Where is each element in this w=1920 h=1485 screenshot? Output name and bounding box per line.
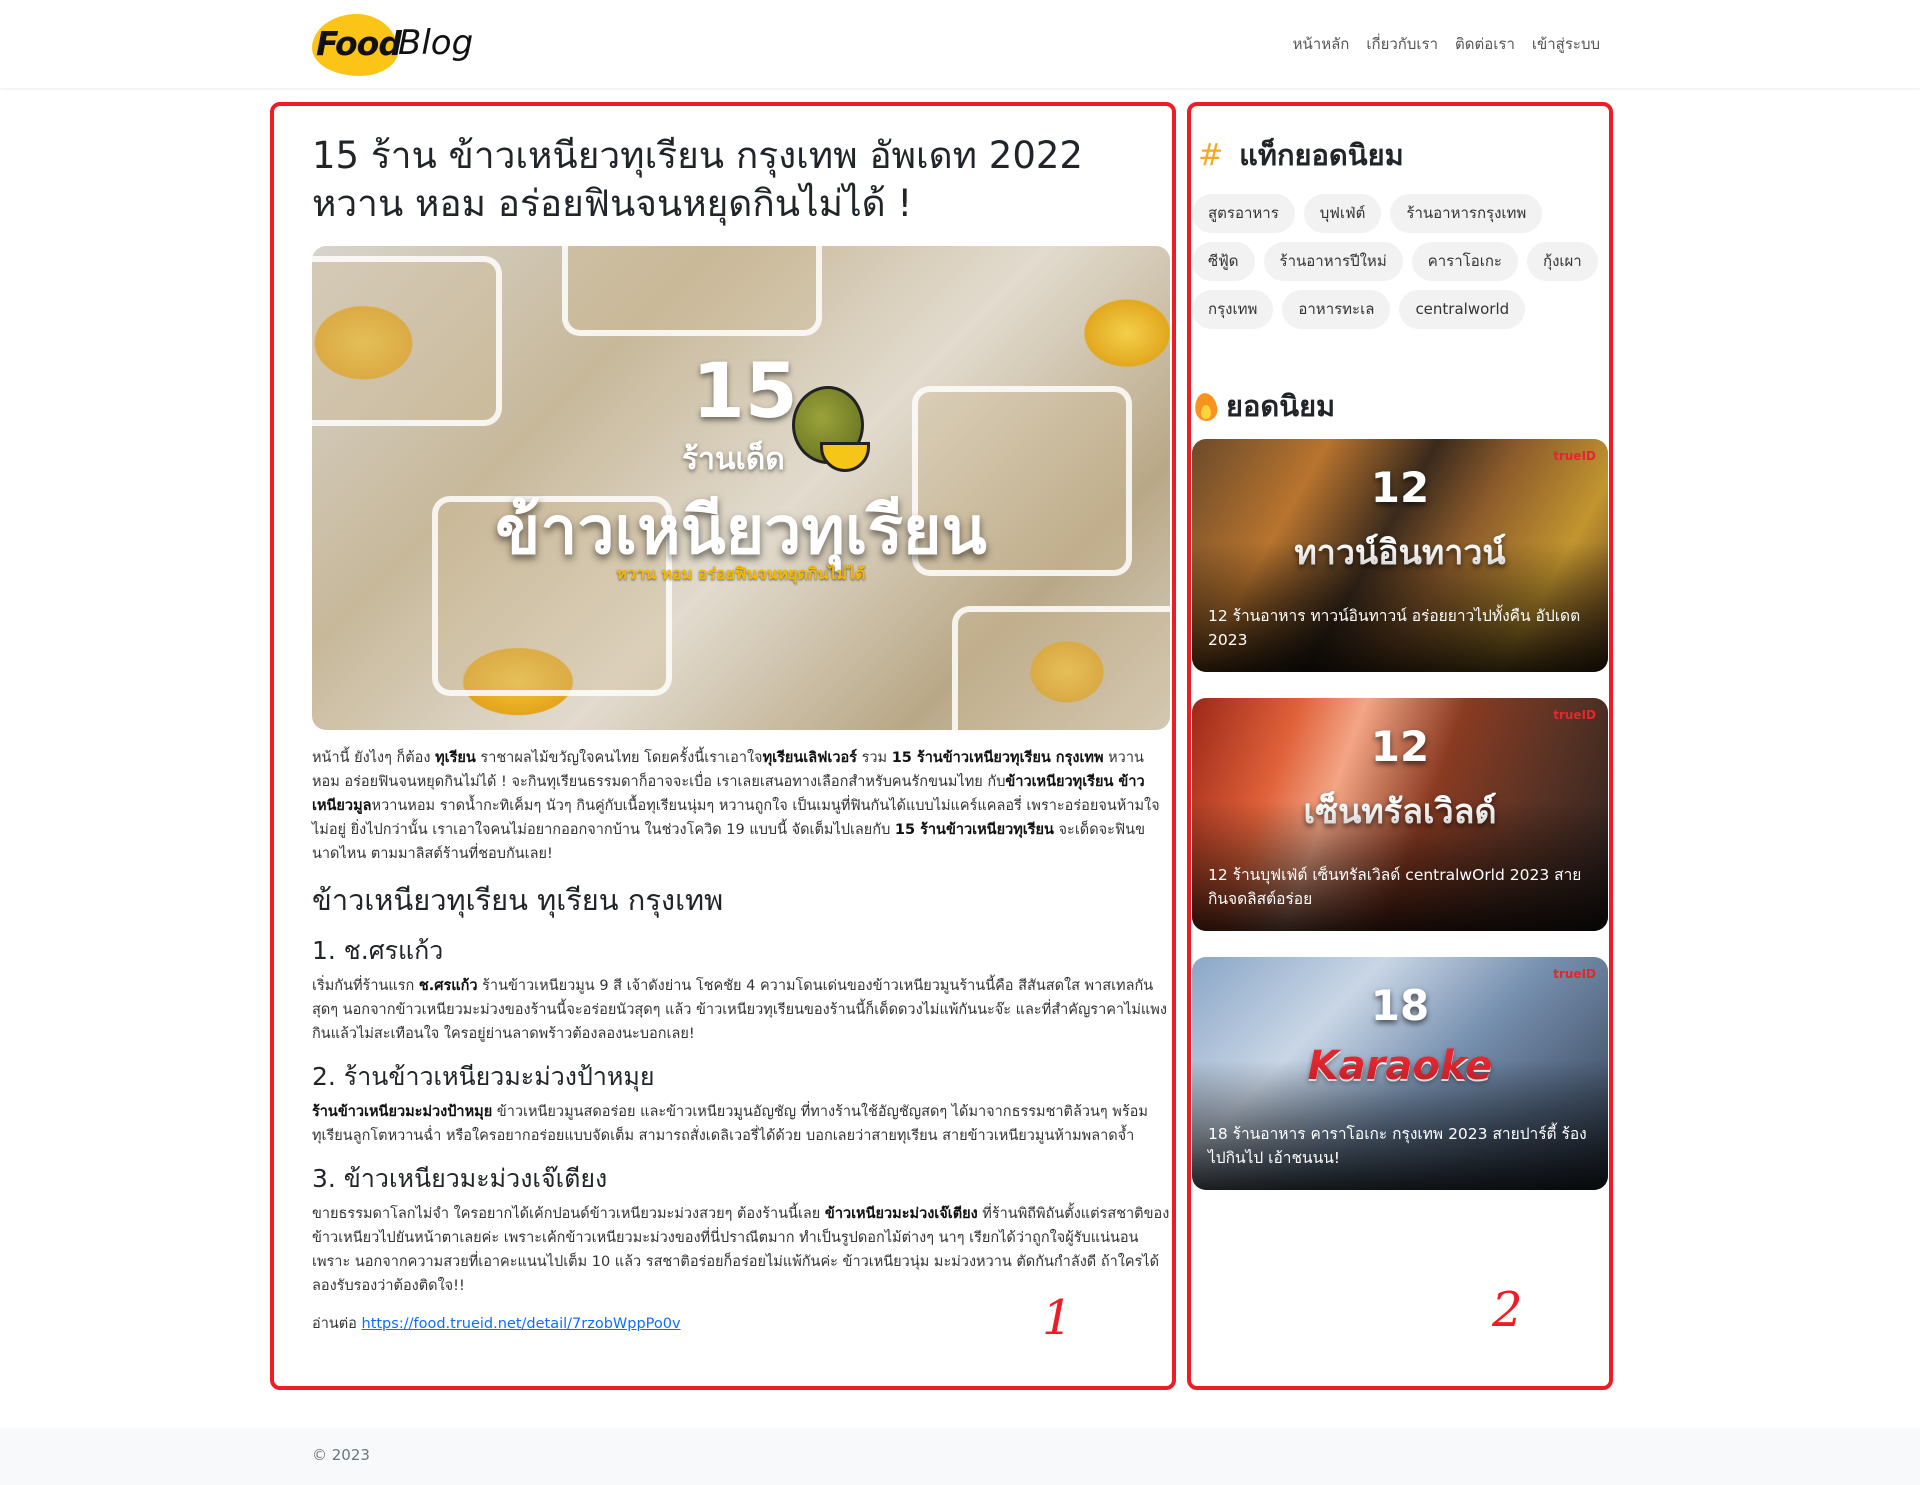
tag-pill[interactable]: ร้านอาหารกรุงเทพ <box>1390 194 1543 233</box>
article-title: 15 ร้าน ข้าวเหนียวทุเรียน กรุงเทพ อัพเดท… <box>312 134 1083 225</box>
tag-list: สูตรอาหาร บุฟเฟ่ต์ ร้านอาหารกรุงเทพ ซีฟู… <box>1192 194 1602 329</box>
article: 15 ร้าน ข้าวเหนียวทุเรียน กรุงเทพ อัพเดท… <box>312 132 1170 1335</box>
tag-pill[interactable]: คาราโอเกะ <box>1411 242 1518 281</box>
shop-paragraph-2: ร้านข้าวเหนียวมะม่วงป้าหมุย ข้าวเหนียวมู… <box>312 1104 1148 1144</box>
bold-text: ข้าวเหนียวมะม่วงเจ๊เตียง <box>824 1206 978 1222</box>
shop-paragraph-3: ขายธรรมดาโลกไม่จำ ใครอยากได้เค้กปอนด์ข้า… <box>312 1206 1170 1294</box>
read-more-label: อ่านต่อ <box>312 1316 357 1332</box>
hero-subtitle: ร้านเด็ด <box>682 442 785 477</box>
bold-text: 15 ร้านข้าวเหนียวทุเรียน <box>894 822 1054 838</box>
durian-slice-icon <box>820 442 870 472</box>
popular-card[interactable]: trueID 12 ทาวน์อินทาวน์ 12 ร้านอาหาร ทาว… <box>1192 439 1608 672</box>
nav-link-contact[interactable]: ติดต่อเรา <box>1455 32 1515 56</box>
nav-link-home[interactable]: หน้าหลัก <box>1293 32 1350 56</box>
popular-heading-text: ยอดนิยม <box>1226 389 1336 423</box>
shop-paragraph-1: เริ่มกันที่ร้านแรก ช.ศรแก้ว ร้านข้าวเหนี… <box>312 978 1167 1042</box>
hero-tray <box>312 256 502 426</box>
hero-tagline: หวาน หอม อร่อยฟินจนหยุดกินไม่ได้ <box>616 564 866 583</box>
tags-heading: # แท็กยอดนิยม <box>1192 132 1608 178</box>
flame-icon <box>1194 391 1216 421</box>
trueid-logo: trueID <box>1553 708 1596 722</box>
tags-heading-text: แท็กยอดนิยม <box>1239 138 1404 172</box>
card-title: 18 ร้านอาหาร คาราโอเกะ กรุงเทพ 2023 สายป… <box>1208 1125 1587 1167</box>
bold-text: ร้านข้าวเหนียวมะม่วงป้าหมุย <box>312 1104 493 1120</box>
shop-heading-1: 1. ช.ศรแก้ว <box>312 936 444 965</box>
tag-pill[interactable]: centralworld <box>1399 290 1526 329</box>
nav-link-about[interactable]: เกี่ยวกับเรา <box>1366 32 1438 56</box>
hero-number: 15 <box>692 346 798 435</box>
card-title: 12 ร้านอาหาร ทาวน์อินทาวน์ อร่อยยาวไปทั้… <box>1208 607 1581 649</box>
hash-icon: # <box>1198 137 1224 173</box>
footer: © 2023 <box>0 1428 1920 1485</box>
tag-pill[interactable]: กรุงเทพ <box>1192 290 1274 329</box>
tag-pill[interactable]: ร้านอาหารปีใหม่ <box>1263 242 1403 281</box>
card-image-number: 12 <box>1370 463 1430 512</box>
article-intro: หน้านี้ ยังไงๆ ก็ต้อง ทุเรียน ราชาผลไม้ข… <box>312 750 1160 862</box>
hero-image: 15 ร้านเด็ด ข้าวเหนียวทุเรียน หวาน หอม อ… <box>312 246 1170 730</box>
bold-text: ทุเรียน <box>435 750 476 766</box>
sidebar: # แท็กยอดนิยม สูตรอาหาร บุฟเฟ่ต์ ร้านอาห… <box>1192 132 1608 1190</box>
tag-pill[interactable]: อาหารทะเล <box>1282 290 1391 329</box>
card-image-number: 12 <box>1370 722 1430 771</box>
annotation-label-2: 2 <box>1492 1282 1523 1338</box>
popular-card[interactable]: trueID 18 Karaoke 18 ร้านอาหาร คาราโอเกะ… <box>1192 957 1608 1190</box>
hero-tray <box>952 606 1170 730</box>
tag-pill[interactable]: สูตรอาหาร <box>1192 194 1295 233</box>
hero-tray <box>562 246 822 336</box>
bold-text: ข้าวเหนียวทุเรียน ข้าวเหนียวมูล <box>312 774 1145 814</box>
trueid-logo: trueID <box>1553 449 1596 463</box>
card-title: 12 ร้านบุฟเฟ่ต์ เซ็นทรัลเวิลด์ centralwO… <box>1208 866 1582 908</box>
logo-blog-text: Blog <box>398 23 474 63</box>
tag-pill[interactable]: บุฟเฟ่ต์ <box>1303 194 1382 233</box>
bold-text: 15 ร้านข้าวเหนียวทุเรียน กรุงเทพ <box>891 750 1104 766</box>
navbar: Food Blog หน้าหลัก เกี่ยวกับเรา ติดต่อเร… <box>0 0 1920 88</box>
shop-heading-3: 3. ข้าวเหนียวมะม่วงเจ๊เตียง <box>312 1164 608 1193</box>
tag-pill[interactable]: กุ้งเผา <box>1526 242 1598 281</box>
tag-pill[interactable]: ซีฟู้ด <box>1192 242 1255 281</box>
popular-heading: ยอดนิยม <box>1192 383 1608 429</box>
shop-heading-2: 2. ร้านข้าวเหนียวมะม่วงป้าหมุย <box>312 1062 655 1091</box>
logo-food-text: Food <box>316 24 402 63</box>
nav-link-login[interactable]: เข้าสู่ระบบ <box>1532 32 1600 56</box>
popular-cards: trueID 12 ทาวน์อินทาวน์ 12 ร้านอาหาร ทาว… <box>1192 439 1608 1190</box>
card-image-number: 18 <box>1370 981 1430 1030</box>
bold-text: ทุเรียนเลิฟเวอร์ <box>762 750 857 766</box>
section-heading: ข้าวเหนียวทุเรียน ทุเรียน กรุงเทพ <box>312 883 724 917</box>
bold-text: ช.ศรแก้ว <box>418 978 478 994</box>
read-more-link[interactable]: https://food.trueid.net/detail/7rzobWppP… <box>362 1316 681 1332</box>
nav-links: หน้าหลัก เกี่ยวกับเรา ติดต่อเรา เข้าสู่ร… <box>1293 32 1600 56</box>
read-more: อ่านต่อ https://food.trueid.net/detail/7… <box>312 1312 1170 1335</box>
copyright: © 2023 <box>312 1446 370 1464</box>
popular-card[interactable]: trueID 12 เซ็นทรัลเวิลด์ 12 ร้านบุฟเฟ่ต์… <box>1192 698 1608 931</box>
trueid-logo: trueID <box>1553 967 1596 981</box>
site-logo[interactable]: Food Blog <box>312 10 474 76</box>
